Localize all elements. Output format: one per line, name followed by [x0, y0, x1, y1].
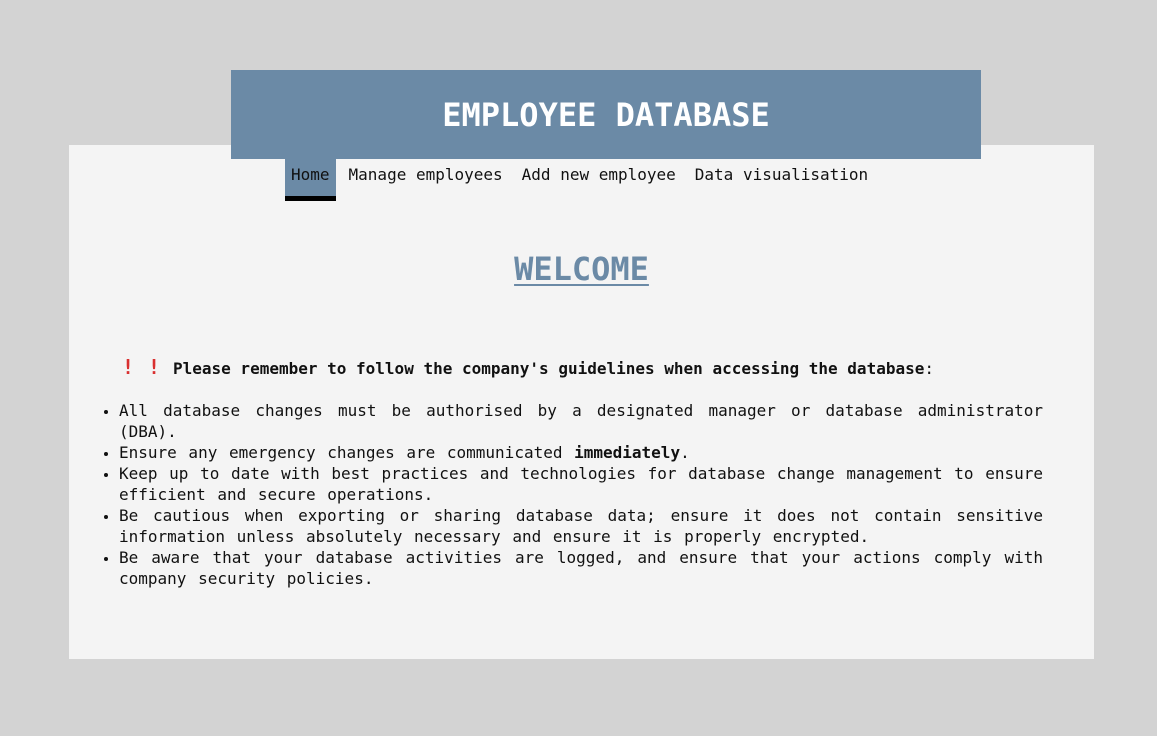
nav-item-home[interactable]: Home [285, 159, 336, 201]
page-title: EMPLOYEE DATABASE [442, 95, 770, 134]
page-header: EMPLOYEE DATABASE [231, 70, 981, 159]
list-item: Ensure any emergency changes are communi… [119, 442, 1043, 463]
guideline-text: All database changes must be authorised … [119, 401, 1043, 441]
alert-icons: !! [121, 355, 173, 379]
nav-item-data-visualisation[interactable]: Data visualisation [689, 159, 874, 201]
welcome-section: WELCOME [69, 250, 1094, 288]
exclamation-icon: ! [147, 355, 161, 379]
guideline-text: . [680, 443, 690, 462]
exclamation-icon: ! [121, 355, 135, 379]
guideline-text: Ensure any emergency changes are communi… [119, 443, 575, 462]
guideline-text: Be cautious when exporting or sharing da… [119, 506, 1043, 546]
list-item: Keep up to date with best practices and … [119, 463, 1043, 505]
list-item: Be cautious when exporting or sharing da… [119, 505, 1043, 547]
nav-item-manage-employees[interactable]: Manage employees [343, 159, 509, 201]
guideline-emphasis: immediately [574, 443, 681, 462]
guideline-text: Keep up to date with best practices and … [119, 464, 1043, 504]
nav-item-add-new-employee[interactable]: Add new employee [516, 159, 682, 201]
notice-text: Please remember to follow the company's … [173, 359, 925, 378]
guidelines-list: All database changes must be authorised … [119, 400, 1043, 589]
welcome-heading: WELCOME [514, 250, 649, 288]
guidelines-notice: !! Please remember to follow the company'… [121, 355, 934, 379]
main-nav: Home Manage employees Add new employee D… [285, 159, 881, 201]
list-item: Be aware that your database activities a… [119, 547, 1043, 589]
guideline-text: Be aware that your database activities a… [119, 548, 1043, 588]
list-item: All database changes must be authorised … [119, 400, 1043, 442]
notice-suffix: : [924, 359, 934, 378]
